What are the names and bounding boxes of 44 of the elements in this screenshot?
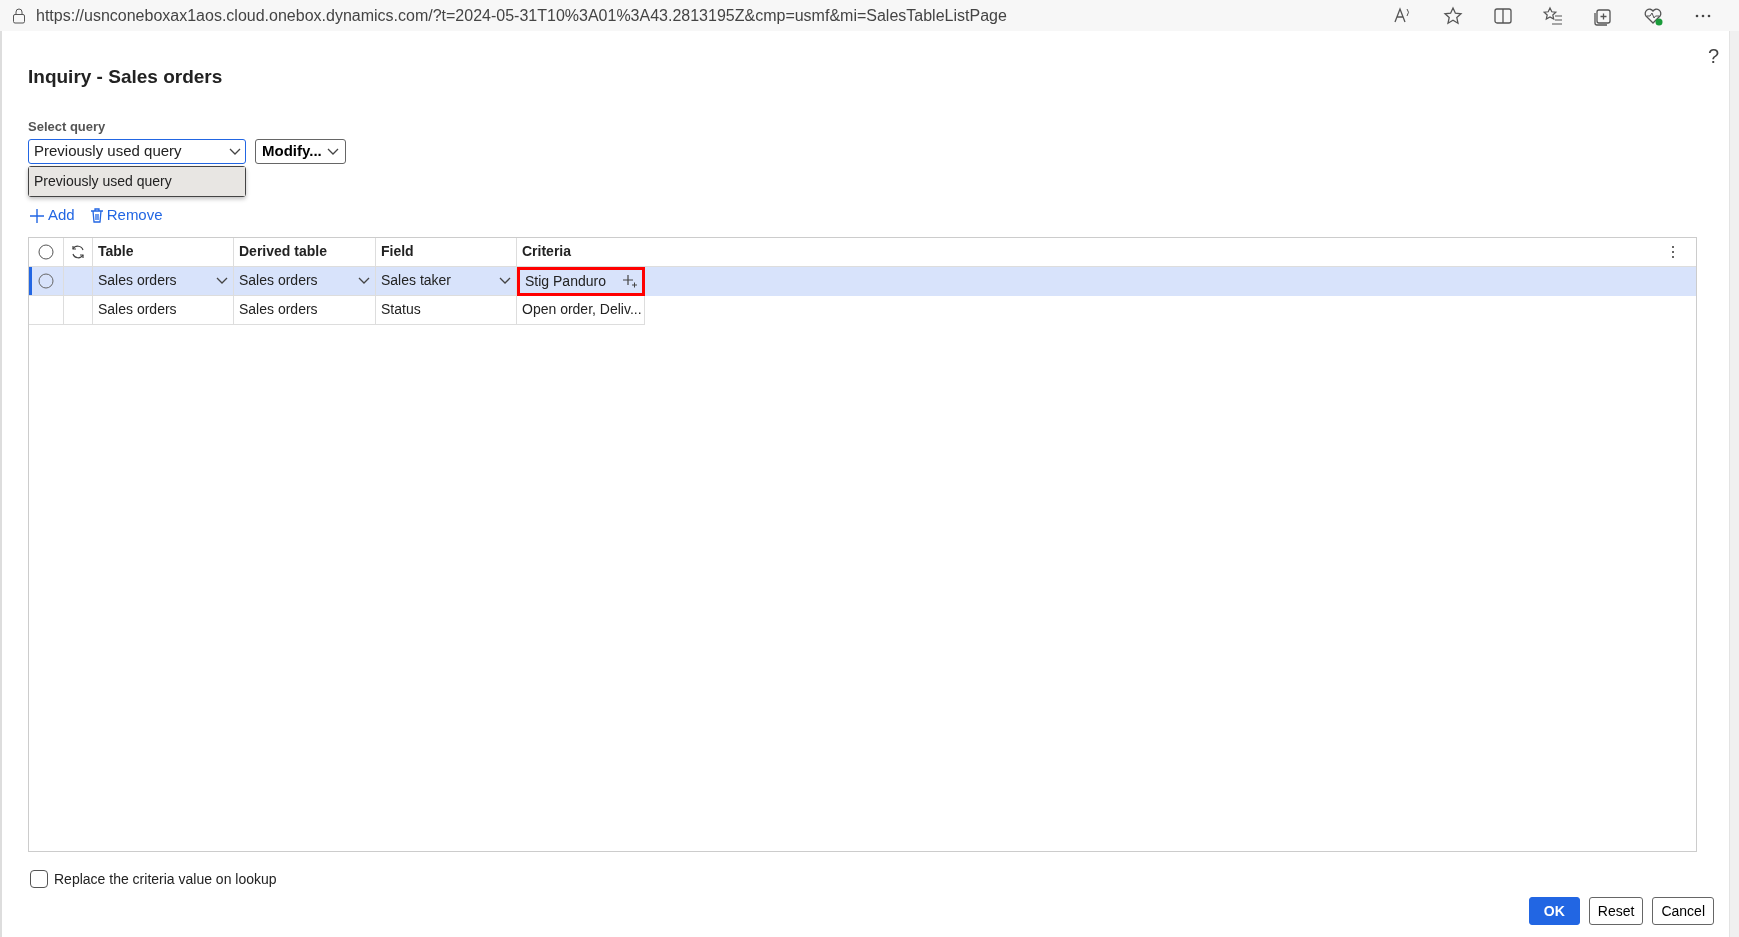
column-header[interactable]: Criteria — [517, 237, 1666, 266]
dialog-title: Inquiry - Sales orders — [28, 67, 223, 86]
table-cell: Sales orders — [234, 295, 376, 325]
help-icon[interactable]: ? — [1707, 41, 1719, 71]
cell-dropdown[interactable]: Sales orders — [93, 266, 234, 296]
lock-icon — [12, 7, 26, 24]
dialog-button[interactable]: Cancel — [1652, 897, 1714, 925]
select-all-radio[interactable] — [38, 243, 54, 260]
column-header[interactable]: Derived table — [234, 237, 376, 266]
dialog-button[interactable]: Reset — [1588, 897, 1644, 925]
chevron-down-icon — [499, 276, 511, 285]
chevron-down-icon — [326, 146, 339, 156]
trash-icon — [90, 208, 103, 223]
table-cell: Status — [376, 295, 517, 325]
favorites-icon[interactable] — [1543, 5, 1563, 26]
remove-button[interactable]: Remove — [88, 204, 165, 227]
row-radio[interactable] — [38, 272, 54, 289]
criteria-field[interactable]: Stig Panduro — [517, 266, 645, 296]
chevron-down-icon — [358, 276, 370, 285]
table-cell: Sales orders — [93, 295, 234, 325]
dropdown-option[interactable]: Previously used query — [29, 166, 245, 196]
more-options-icon[interactable] — [1671, 244, 1675, 259]
add-button[interactable]: Add — [28, 204, 77, 227]
table-cell: Open order, Deliv... — [517, 295, 645, 325]
checkbox-label: Replace the criteria value on lookup — [54, 869, 277, 889]
ok-button[interactable]: OK — [1528, 897, 1580, 925]
cell-dropdown[interactable]: Sales orders — [234, 266, 376, 296]
address-bar[interactable]: https://usnconeboxax1aos.cloud.onebox.dynamics.com/?t=2024-05-31T10%3A01%3A43.2813195Z&cmp=usmf&mi=SalesTableListPage — [36, 3, 1383, 28]
scrollbar[interactable] — [1729, 31, 1739, 937]
split-screen-icon[interactable] — [1493, 5, 1513, 26]
modify-button[interactable]: Modify... — [255, 138, 346, 164]
query-dropdown[interactable]: Previously used query — [28, 138, 246, 164]
cell-dropdown[interactable]: Sales taker — [376, 266, 517, 296]
chevron-down-icon — [216, 276, 228, 285]
table-cell — [64, 295, 93, 325]
refresh-icon[interactable] — [70, 243, 86, 260]
star-icon[interactable] — [1443, 5, 1463, 26]
field-label: Select query — [28, 118, 107, 136]
column-header[interactable]: Table — [93, 237, 234, 266]
plus-icon — [30, 208, 44, 223]
lookup-icon — [623, 274, 637, 288]
checkbox[interactable] — [30, 870, 48, 888]
chevron-down-icon — [229, 146, 241, 156]
column-header[interactable]: Field — [376, 237, 517, 266]
